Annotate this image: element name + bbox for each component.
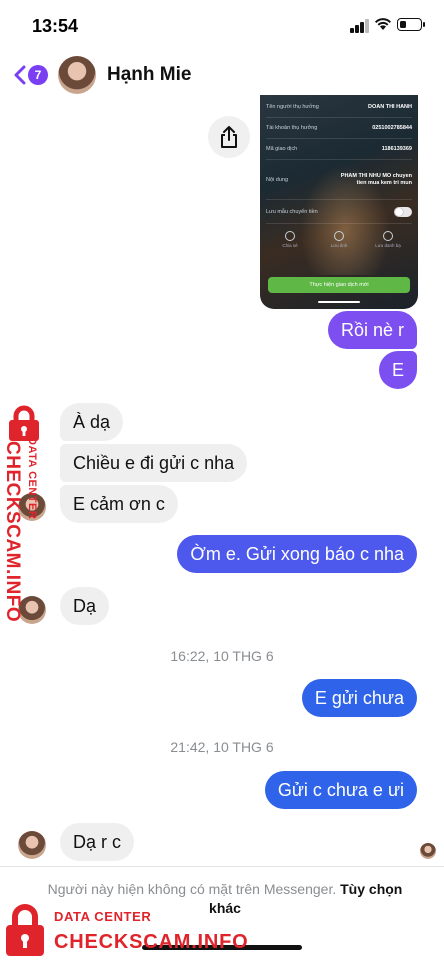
new-transaction-button: Thực hiện giao dịch mới xyxy=(268,277,410,293)
outgoing-message[interactable]: Rồi nè r xyxy=(327,311,417,349)
receipt-details: Tên người thụ hưởng DOAN THI HANH Tài kh… xyxy=(266,97,412,224)
outgoing-message[interactable]: Gửi c chưa e ưi xyxy=(264,771,417,809)
camera-icon xyxy=(334,231,344,241)
incoming-message[interactable]: E cảm ơn c xyxy=(60,485,178,523)
outgoing-message[interactable]: E gửi chưa xyxy=(301,679,417,717)
unavailable-notice-text: Người này hiện không có mặt trên Messeng… xyxy=(47,881,337,897)
receipt-home-indicator xyxy=(318,301,360,303)
contact-name[interactable]: Hạnh Mie xyxy=(107,64,191,86)
status-time: 13:54 xyxy=(32,16,79,36)
receipt-save-label: Lưu mẫu chuyển tiền xyxy=(266,208,318,215)
message-timestamp: 21:42, 10 THG 6 xyxy=(170,739,274,755)
share-circle-icon xyxy=(285,231,295,241)
incoming-message[interactable]: Dạ xyxy=(60,587,110,625)
watermark-small-text: DATA CENTER xyxy=(54,909,152,924)
cellular-signal-icon xyxy=(350,19,370,33)
receipt-row: Mã giao dịch 1186139369 xyxy=(266,139,412,160)
bank-receipt-image[interactable]: Tên người thụ hưởng DOAN THI HANH Tài kh… xyxy=(260,95,418,309)
receipt-row-value: DOAN THI HANH xyxy=(368,104,412,110)
share-button[interactable] xyxy=(208,116,250,158)
receipt-row-label: Mã giao dịch xyxy=(266,146,298,152)
incoming-message[interactable]: À dạ xyxy=(60,403,124,441)
watermark-small-text: DATA CENTER xyxy=(26,437,38,520)
red-lock-icon xyxy=(6,904,44,956)
contact-avatar-small[interactable] xyxy=(18,831,46,859)
share-icon xyxy=(221,126,237,148)
incoming-message[interactable]: Dạ r c xyxy=(60,823,135,861)
watermark-bottom: DATA CENTER CHECKSCAM.INFO xyxy=(0,900,290,960)
unread-count-badge[interactable]: 7 xyxy=(28,65,48,85)
back-chevron-icon[interactable] xyxy=(12,64,28,86)
receipt-action-label: Chia sẻ xyxy=(282,243,298,248)
wifi-icon xyxy=(375,18,391,30)
receipt-actions: Chia sẻ Lưu ảnh Lưu danh bạ xyxy=(274,231,404,248)
receipt-action-label: Lưu ảnh xyxy=(330,243,348,248)
battery-icon xyxy=(397,18,425,31)
watermark-big-text: CHECKSCAM.INFO xyxy=(2,441,23,623)
receipt-save-image-action: Lưu ảnh xyxy=(323,231,355,248)
receipt-content-row: Nội dung PHAM THI NHU MO chuyen tien mua… xyxy=(266,160,412,200)
message-timestamp: 16:22, 10 THG 6 xyxy=(170,648,274,664)
receipt-save-row: Lưu mẫu chuyển tiền xyxy=(266,200,412,224)
watermark-big-text: CHECKSCAM.INFO xyxy=(54,931,249,953)
receipt-share-action: Chia sẻ xyxy=(274,231,306,248)
receipt-row-label: Tài khoản thụ hưởng xyxy=(266,125,318,131)
battery-level xyxy=(399,20,407,28)
receipt-row: Tên người thụ hưởng DOAN THI HANH xyxy=(266,97,412,118)
incoming-message[interactable]: Chiều e đi gửi c nha xyxy=(60,444,248,482)
footer-divider xyxy=(0,866,444,867)
outgoing-message[interactable]: Ờm e. Gửi xong báo c nha xyxy=(177,535,417,573)
receipt-content-label: Nội dung xyxy=(266,176,289,183)
contact-avatar[interactable] xyxy=(58,56,96,94)
receipt-row-label: Tên người thụ hưởng xyxy=(266,104,319,110)
watermark-vertical: DATA CENTER CHECKSCAM.INFO xyxy=(0,405,60,635)
status-bar: 13:54 xyxy=(0,0,444,50)
receipt-save-contact-action: Lưu danh bạ xyxy=(372,231,404,248)
save-template-toggle xyxy=(394,206,412,217)
contact-icon xyxy=(383,231,393,241)
read-receipt-avatar xyxy=(420,843,436,859)
receipt-row-value: 1186139369 xyxy=(381,146,412,152)
red-lock-icon xyxy=(9,405,39,441)
receipt-row-value: 0251002785844 xyxy=(372,125,412,131)
outgoing-message[interactable]: E xyxy=(378,351,417,389)
receipt-row: Tài khoản thụ hưởng 0251002785844 xyxy=(266,118,412,139)
receipt-action-label: Lưu danh bạ xyxy=(375,243,401,248)
receipt-content-value: PHAM THI NHU MO chuyen tien mua kem tri … xyxy=(340,172,412,186)
